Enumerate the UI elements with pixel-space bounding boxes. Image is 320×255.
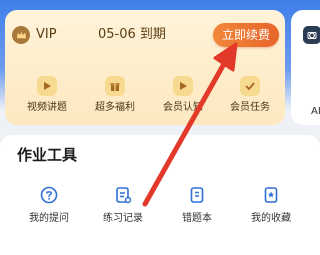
tool-label: 练习记录 [103, 213, 143, 224]
camera-icon [303, 26, 320, 44]
tool-label: 我的收藏 [251, 213, 291, 224]
tool-label: 我的提问 [29, 213, 69, 224]
ai-card[interactable]: AI [291, 10, 320, 125]
vip-item-label: 超多福利 [95, 102, 135, 113]
record-icon [116, 187, 132, 204]
vip-item-video-explain[interactable]: 视频讲题 [17, 76, 77, 114]
tool-mistake-notebook[interactable]: 错题本 [162, 185, 232, 225]
vip-item-label: 会员任务 [230, 102, 270, 113]
question-icon [40, 186, 58, 204]
vip-expiry-date: 05-06 到期 [98, 27, 166, 42]
vip-item-member-cognition[interactable]: 会员认知 [153, 76, 213, 114]
vip-card: VIP 05-06 到期 立即续费 视频讲题 超多福利 会员认知 会员任务 [5, 10, 285, 125]
vip-item-label: 会员认知 [163, 102, 203, 113]
play-icon [37, 76, 57, 96]
gift-icon [105, 76, 125, 96]
play-icon [173, 76, 193, 96]
notebook-icon [190, 187, 204, 203]
tool-practice-records[interactable]: 练习记录 [88, 185, 158, 225]
vip-item-label: 视频讲题 [27, 102, 67, 113]
ai-card-label: AI [311, 106, 320, 117]
crown-icon [12, 26, 30, 44]
section-title: 作业工具 [17, 146, 78, 164]
bookmark-icon [264, 187, 278, 203]
renew-button[interactable]: 立即续费 [213, 23, 279, 47]
tool-label: 错题本 [182, 213, 212, 224]
homework-tools-card: 作业工具 我的提问 练习记录 错题本 我的收藏 [0, 135, 320, 255]
tool-my-questions[interactable]: 我的提问 [14, 185, 84, 225]
screen: VIP 05-06 到期 立即续费 视频讲题 超多福利 会员认知 会员任务 AI… [0, 0, 320, 255]
vip-label: VIP [36, 27, 57, 42]
vip-item-benefits[interactable]: 超多福利 [85, 76, 145, 114]
check-icon [240, 76, 260, 96]
vip-item-member-tasks[interactable]: 会员任务 [220, 76, 280, 114]
tool-my-favorites[interactable]: 我的收藏 [236, 185, 306, 225]
